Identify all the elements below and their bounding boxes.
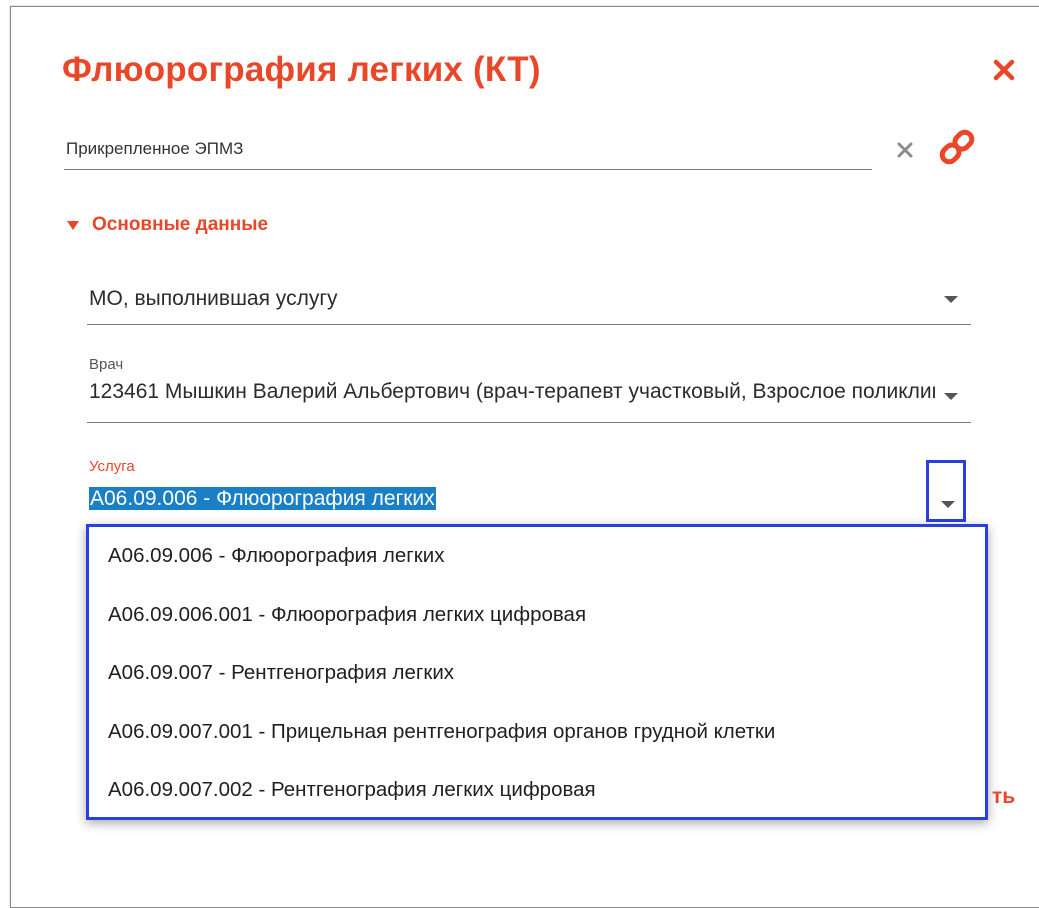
link-icon[interactable] [936,126,978,168]
caret-down-icon[interactable] [943,391,959,401]
triangle-down-icon [67,221,79,230]
dropdown-option[interactable]: A06.09.007.001 - Прицельная рентгенограф… [89,703,985,762]
footer-button-fragment[interactable]: ть [992,785,1015,809]
close-icon[interactable] [992,58,1016,82]
service-selected-text: A06.09.006 - Флюорография легких [89,487,436,510]
mo-select[interactable]: МО, выполнившая услугу [87,268,971,325]
service-dropdown-arrow-button[interactable] [926,460,966,522]
dialog-title: Флюорография легких (КТ) [62,50,541,89]
service-select[interactable]: Услуга A06.09.006 - Флюорография легких [87,452,971,522]
mo-placeholder: МО, выполнившая услугу [89,287,338,310]
service-value: A06.09.006 - Флюорография легких [89,487,436,511]
section-main-data-toggle[interactable]: Основные данные [66,214,268,236]
doctor-label: Врач [89,356,124,373]
dropdown-option[interactable]: A06.09.007.002 - Рентгенография легких ц… [89,761,985,820]
service-label: Услуга [89,458,135,475]
doctor-value: 123461 Мышкин Валерий Альбертович (врач-… [89,380,935,403]
section-title: Основные данные [92,214,269,235]
service-dropdown-list[interactable]: A06.09.006 - Флюорография легких A06.09.… [86,524,988,820]
attached-epmz-field[interactable]: Прикрепленное ЭПМЗ [64,133,872,170]
doctor-select[interactable]: Врач 123461 Мышкин Валерий Альбертович (… [87,350,971,423]
dropdown-option[interactable]: A06.09.006 - Флюорография легких [89,527,985,586]
clear-icon[interactable] [896,141,914,159]
attached-epmz-placeholder: Прикрепленное ЭПМЗ [66,139,244,158]
caret-down-icon [941,501,955,508]
dropdown-option[interactable]: A06.09.006.001 - Флюорография легких циф… [89,586,985,645]
dropdown-option[interactable]: A06.09.007 - Рентгенография легких [89,644,985,703]
caret-down-icon[interactable] [943,294,959,304]
